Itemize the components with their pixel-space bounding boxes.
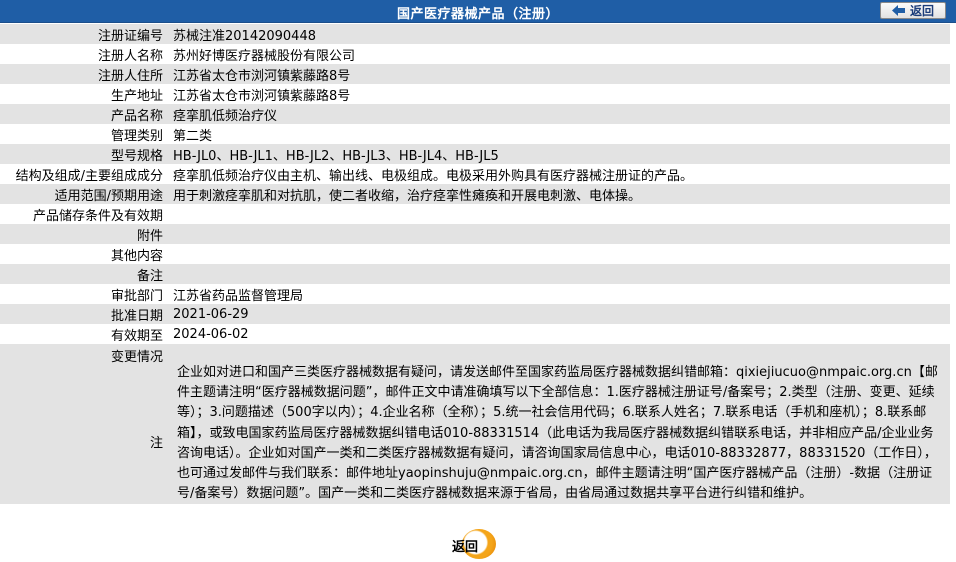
row-value: HB-JL0、HB-JL1、HB-JL2、HB-JL3、HB-JL4、HB-JL… [173,148,499,164]
table-row: 型号规格 HB-JL0、HB-JL1、HB-JL2、HB-JL3、HB-JL4、H… [0,144,950,164]
info-table: 注册证编号 苏械注准20142090448 注册人名称 苏州好博医疗器械股份有限公司… [0,24,950,505]
row-value: 江苏省太仓市浏河镇紫藤路8号 [173,88,351,104]
row-label: 变更情况 [110,350,163,365]
row-label: 审批部门 [110,288,163,304]
row-value: 江苏省太仓市浏河镇紫藤路8号 [173,68,351,84]
table-row: 结构及组成/主要组成成分 痉挛肌低频治疗仪由主机、输出线、电极组成。电极采用外购具… [0,164,950,184]
table-row: 其他内容 [0,244,950,264]
table-row: 变更情况 注 企业如对进口和国产三类医疗器械数据有疑问，请发送邮件至国家药监局医… [0,344,950,505]
row-value: 痉挛肌低频治疗仪由主机、输出线、电极组成。电极采用外购具有医疗器械注册证的产品。 [173,168,694,184]
page-title: 国产医疗器械产品（注册） [396,7,559,22]
table-row: 批准日期 2021-06-29 [0,304,950,324]
row-value [169,244,950,264]
back-button-bottom-label: 返回 [452,540,479,555]
row-value [169,224,950,244]
back-button-top[interactable]: 返回 [880,2,946,19]
row-label: 注册人住所 [97,68,163,84]
row-value: 痉挛肌低频治疗仪 [173,108,278,124]
table-row: 有效期至 2024-06-02 [0,324,950,344]
row-label: 结构及组成/主要组成成分 [15,168,163,184]
row-value: 苏州好博医疗器械股份有限公司 [173,48,356,64]
row-label: 注册证编号 [97,28,163,44]
table-row: 产品储存条件及有效期 [0,204,950,224]
table-row: 管理类别 第二类 [0,124,950,144]
table-row: 附件 [0,224,950,244]
row-value [169,204,950,224]
table-row: 注册人名称 苏州好博医疗器械股份有限公司 [0,44,950,64]
title-bar: 国产医疗器械产品（注册） 返回 [0,0,956,23]
table-row: 审批部门 江苏省药品监督管理局 [0,284,950,304]
table-row: 备注 [0,264,950,284]
arrow-left-icon [891,5,905,16]
table-row: 生产地址 江苏省太仓市浏河镇紫藤路8号 [0,84,950,104]
row-label: 其他内容 [110,248,163,264]
row-value: 2024-06-02 [173,326,249,342]
back-button-bottom[interactable]: 返回 [448,528,500,560]
table-row: 注册人住所 江苏省太仓市浏河镇紫藤路8号 [0,64,950,84]
note-value-cell: 企业如对进口和国产三类医疗器械数据有疑问，请发送邮件至国家药监局医疗器械数据纠错… [169,344,950,504]
row-label: 附件 [136,228,163,244]
back-button-top-label: 返回 [909,4,934,18]
row-value: 2021-06-29 [173,306,249,322]
note-label-cell: 变更情况 注 [0,344,169,504]
table-row: 适用范围/预期用途 用于刺激痉挛肌和对抗肌，使二者收缩，治疗痉挛性瘫痪和开展电刺激… [0,184,950,204]
row-label: 产品储存条件及有效期 [32,208,163,224]
row-label: 备注 [136,268,163,284]
row-value: 苏械注准20142090448 [173,28,316,44]
row-label: 产品名称 [110,108,163,124]
table-row: 产品名称 痉挛肌低频治疗仪 [0,104,950,124]
note-text: 企业如对进口和国产三类医疗器械数据有疑问，请发送邮件至国家药监局医疗器械数据纠错… [177,365,938,502]
table-row: 注册证编号 苏械注准20142090448 [0,24,950,44]
row-label: 有效期至 [110,328,163,344]
note-label: 注 [149,436,163,451]
row-label: 批准日期 [110,308,163,324]
row-label: 管理类别 [110,128,163,144]
row-label: 适用范围/预期用途 [54,188,163,204]
row-value: 江苏省药品监督管理局 [173,288,304,304]
row-label: 注册人名称 [97,48,163,64]
row-value [169,264,950,284]
row-value: 用于刺激痉挛肌和对抗肌，使二者收缩，治疗痉挛性瘫痪和开展电刺激、电体操。 [173,188,642,204]
row-label: 生产地址 [110,88,163,104]
row-label: 型号规格 [110,148,163,164]
row-value: 第二类 [173,128,213,144]
